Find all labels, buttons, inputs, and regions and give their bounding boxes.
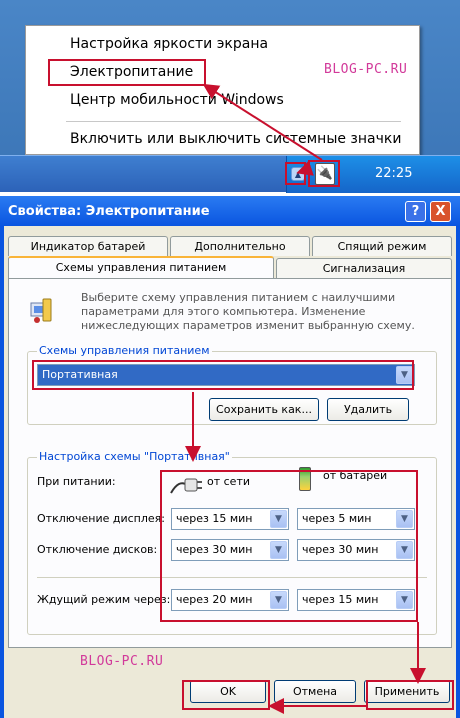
display-off-label: Отключение дисплея: — [37, 512, 165, 525]
settings-group-label: Настройка схемы "Портативная" — [37, 450, 232, 463]
dialog-title: Свойства: Электропитание — [8, 204, 210, 219]
watermark: BLOG-PC.RU — [324, 62, 408, 77]
highlight-scheme-select — [32, 360, 414, 390]
tab-power-schemes[interactable]: Схемы управления питанием — [8, 256, 274, 278]
tab-hibernate[interactable]: Спящий режим — [312, 236, 452, 256]
desktop: Настройка яркости экрана Электропитание … — [0, 0, 460, 193]
standby-label: Ждущий режим через: — [37, 593, 171, 606]
disks-off-label: Отключение дисков: — [37, 543, 158, 556]
taskbar: ▲ 🔌 22:25 — [0, 155, 460, 193]
highlight-apply-button — [366, 680, 454, 710]
menu-separator — [66, 121, 401, 122]
highlight-tray-arrow — [285, 162, 306, 185]
menu-item-brightness[interactable]: Настройка яркости экрана — [70, 36, 268, 52]
help-button[interactable]: ? — [405, 201, 426, 222]
tab-alarms[interactable]: Сигнализация — [276, 258, 452, 278]
watermark: BLOG-PC.RU — [80, 654, 164, 669]
power-scheme-icon — [30, 298, 52, 323]
highlight-ok-button — [182, 680, 270, 710]
tray-context-menu: Настройка яркости экрана Электропитание … — [25, 25, 420, 155]
schemes-group-label: Схемы управления питанием — [37, 344, 212, 357]
power-options-dialog: Свойства: Электропитание ? X Индикатор б… — [0, 196, 460, 718]
save-as-button[interactable]: Сохранить как... — [209, 398, 319, 421]
highlight-tray-power — [308, 160, 340, 187]
tab-battery-meter[interactable]: Индикатор батарей — [8, 236, 168, 256]
menu-item-system-icons[interactable]: Включить или выключить системные значки — [70, 131, 401, 147]
clock: 22:25 — [375, 166, 413, 181]
close-button[interactable]: X — [430, 201, 451, 222]
highlight-settings-combos — [160, 470, 418, 622]
highlight-power-item — [48, 59, 206, 86]
titlebar[interactable]: Свойства: Электропитание ? X — [0, 196, 460, 226]
cancel-button[interactable]: Отмена — [274, 680, 356, 703]
power-source-label: При питании: — [37, 475, 116, 488]
delete-button[interactable]: Удалить — [327, 398, 409, 421]
menu-item-mobility-center[interactable]: Центр мобильности Windows — [70, 92, 284, 108]
tab-advanced[interactable]: Дополнительно — [170, 236, 310, 256]
description-text: Выберите схему управления питанием с наи… — [81, 291, 415, 332]
